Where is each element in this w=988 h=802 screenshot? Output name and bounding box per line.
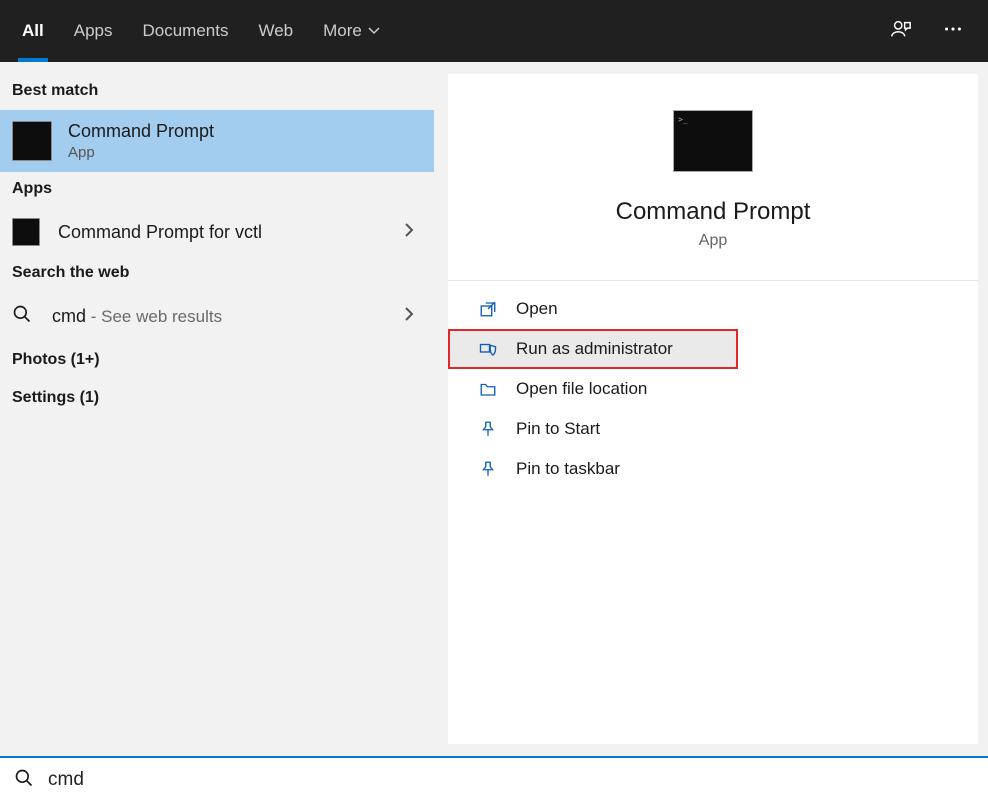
detail-title: Command Prompt <box>616 198 811 226</box>
tab-all[interactable]: All <box>22 0 44 62</box>
action-open-label: Open <box>516 299 558 319</box>
feedback-icon[interactable] <box>890 18 912 45</box>
chevron-right-icon <box>404 306 422 327</box>
chevron-down-icon <box>368 27 380 35</box>
search-icon <box>14 768 34 793</box>
action-run-admin-label: Run as administrator <box>516 339 673 359</box>
cmd-icon <box>12 218 40 246</box>
apps-item-label: Command Prompt for vctl <box>58 222 262 243</box>
action-pin-start-label: Pin to Start <box>516 419 600 439</box>
pin-icon <box>478 460 498 478</box>
action-open-location-label: Open file location <box>516 379 647 399</box>
tab-documents[interactable]: Documents <box>142 0 228 62</box>
topbar-right <box>890 0 964 62</box>
tab-more[interactable]: More <box>323 0 380 62</box>
content-area: Best match Command Prompt App Apps Comma… <box>0 62 988 756</box>
web-suffix: - See web results <box>86 307 222 326</box>
action-pin-taskbar-label: Pin to taskbar <box>516 459 620 479</box>
admin-shield-icon <box>478 340 498 358</box>
web-text: cmd - See web results <box>52 306 222 327</box>
pin-icon <box>478 420 498 438</box>
section-apps: Apps <box>0 172 434 208</box>
top-tabbar: All Apps Documents Web More <box>0 0 988 62</box>
action-pin-to-taskbar[interactable]: Pin to taskbar <box>448 449 978 489</box>
best-match-result[interactable]: Command Prompt App <box>0 110 434 172</box>
chevron-right-icon <box>404 222 422 243</box>
result-subtitle: App <box>68 144 422 161</box>
tab-web[interactable]: Web <box>258 0 293 62</box>
web-result[interactable]: cmd - See web results <box>0 292 434 341</box>
cmd-icon-large <box>673 110 753 172</box>
web-query: cmd <box>52 306 86 326</box>
tab-list: All Apps Documents Web More <box>22 0 380 62</box>
detail-subtitle: App <box>699 232 727 250</box>
detail-panel: Command Prompt App Open Run as administr… <box>448 74 978 744</box>
tab-apps[interactable]: Apps <box>74 0 113 62</box>
settings-category[interactable]: Settings (1) <box>0 379 434 417</box>
apps-result-vctl[interactable]: Command Prompt for vctl <box>0 208 434 256</box>
cmd-icon <box>12 121 52 161</box>
section-best-match: Best match <box>0 74 434 110</box>
section-web: Search the web <box>0 256 434 292</box>
more-options-icon[interactable] <box>942 18 964 45</box>
result-text: Command Prompt App <box>68 121 422 161</box>
photos-category[interactable]: Photos (1+) <box>0 341 434 379</box>
actions-list: Open Run as administrator Open file loca… <box>448 281 978 497</box>
detail-header: Command Prompt App <box>448 74 978 281</box>
folder-icon <box>478 380 498 398</box>
tab-more-label: More <box>323 21 362 41</box>
search-input[interactable] <box>48 769 974 791</box>
result-title: Command Prompt <box>68 121 422 142</box>
action-open-file-location[interactable]: Open file location <box>448 369 978 409</box>
action-run-as-administrator[interactable]: Run as administrator <box>448 329 738 369</box>
action-pin-to-start[interactable]: Pin to Start <box>448 409 978 449</box>
action-open[interactable]: Open <box>448 289 978 329</box>
results-panel: Best match Command Prompt App Apps Comma… <box>0 62 434 756</box>
search-icon <box>12 304 32 329</box>
open-icon <box>478 300 498 318</box>
search-bar <box>0 756 988 802</box>
